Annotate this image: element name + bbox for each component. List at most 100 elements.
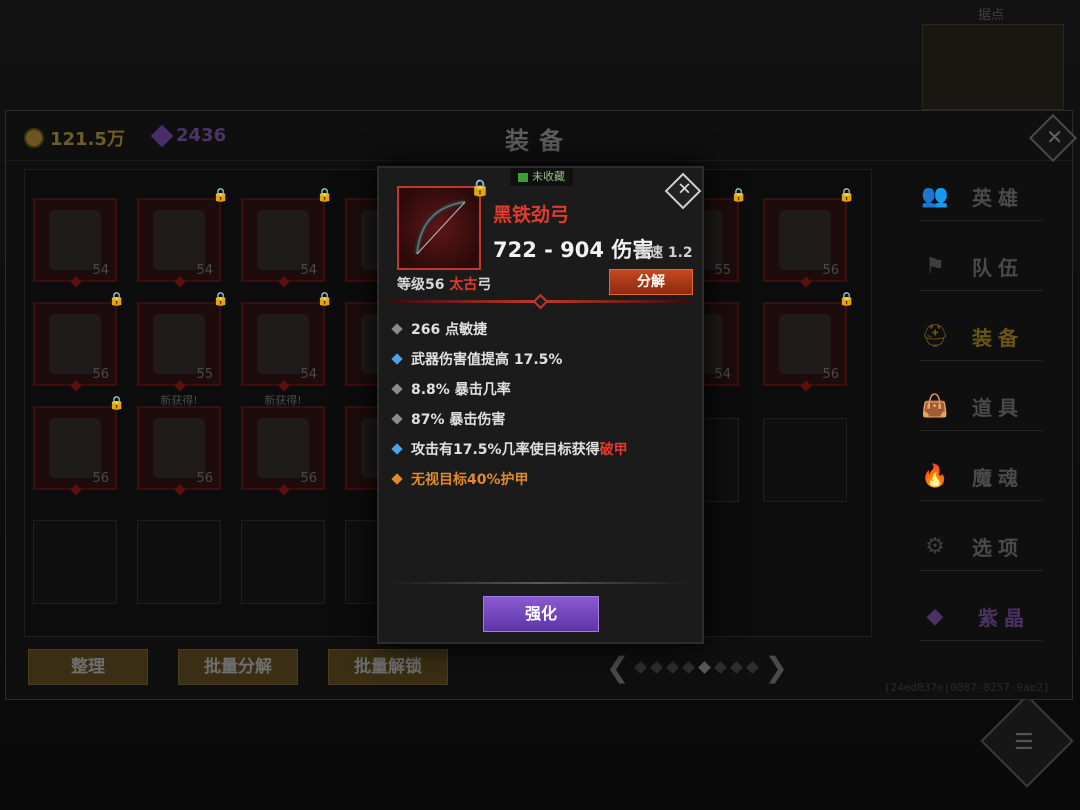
socket-gem-icon bbox=[800, 380, 812, 392]
empty-slot[interactable] bbox=[241, 520, 325, 604]
slot-level: 54 bbox=[714, 367, 731, 382]
inventory-slot[interactable]: 56 🔒 bbox=[33, 396, 125, 496]
close-icon: ✕ bbox=[677, 179, 692, 200]
collection-status[interactable]: 未收藏 bbox=[510, 168, 573, 186]
lock-icon: 🔒 bbox=[108, 292, 125, 307]
batch-unlock-button[interactable]: 批量解锁 bbox=[328, 649, 448, 685]
popup-close-button[interactable]: ✕ bbox=[664, 172, 702, 210]
socket-gem-icon bbox=[278, 380, 290, 392]
socket-gem-icon bbox=[174, 276, 186, 288]
item-thumbnail bbox=[257, 418, 309, 478]
divider-gem-icon bbox=[532, 293, 549, 310]
inventory-slot[interactable]: 55 🔒 bbox=[137, 292, 229, 392]
stat-text: 无视目标40%护甲 bbox=[411, 472, 529, 488]
sort-button[interactable]: 整理 bbox=[28, 649, 148, 685]
stat-line: 266 点敏捷 bbox=[391, 314, 691, 344]
item-damage: 722 - 904 伤害 bbox=[493, 238, 654, 262]
slot-level: 54 bbox=[196, 263, 213, 278]
item-rarity: 太古 bbox=[449, 277, 478, 293]
next-page-icon[interactable]: ❯ bbox=[764, 651, 787, 684]
item-thumbnail bbox=[49, 314, 101, 374]
inventory-slot[interactable]: 56 🔒 bbox=[33, 292, 125, 392]
flame-icon: 🔥 bbox=[921, 464, 949, 489]
slot-level: 56 bbox=[300, 471, 317, 486]
page-dot[interactable] bbox=[714, 661, 728, 674]
nav-label: 英雄 bbox=[972, 186, 1024, 210]
inventory-slot[interactable]: 56 🔒 bbox=[763, 188, 855, 288]
stat-bullet-icon bbox=[391, 383, 403, 395]
stat-text: 武器伤害值提高 17.5% bbox=[411, 352, 563, 368]
item-level-line: 等级56 太古弓 bbox=[397, 274, 491, 294]
stat-bullet-icon bbox=[391, 473, 403, 485]
item-thumbnail bbox=[257, 314, 309, 374]
page-dot[interactable] bbox=[698, 661, 712, 674]
page-pager: ❮ ❯ bbox=[606, 651, 788, 684]
nav-item-gear[interactable]: ⚙ 选项 bbox=[920, 523, 1042, 571]
empty-slot[interactable] bbox=[33, 520, 117, 604]
inventory-slot[interactable]: 56 新获得! bbox=[137, 394, 221, 496]
stat-line: 武器伤害值提高 17.5% bbox=[391, 344, 691, 374]
inventory-slot[interactable]: 54 🔒 bbox=[241, 188, 333, 288]
stat-line: 攻击有17.5%几率使目标获得 破甲 bbox=[391, 434, 691, 464]
gear-icon: ⚙ bbox=[925, 534, 945, 559]
socket-gem-icon bbox=[278, 484, 290, 496]
page-dot[interactable] bbox=[666, 661, 680, 674]
attack-speed: 攻速 1.2 bbox=[635, 245, 693, 261]
nav-item-flag[interactable]: ⚑ 队伍 bbox=[920, 243, 1042, 291]
nav-label: 队伍 bbox=[972, 256, 1024, 280]
bag-icon: 👜 bbox=[921, 394, 949, 419]
slot-level: 56 bbox=[196, 471, 213, 486]
lock-icon: 🔒 bbox=[838, 292, 855, 307]
slot-level: 55 bbox=[196, 367, 213, 382]
item-stats: 266 点敏捷 武器伤害值提高 17.5% 8.8% 暴击几率 87% 暴击伤害 攻击有… bbox=[391, 314, 691, 494]
page-dot[interactable] bbox=[746, 661, 760, 674]
nav-label: 选项 bbox=[972, 536, 1024, 560]
inventory-slot[interactable]: 54 🔒 bbox=[137, 188, 229, 288]
inventory-slot[interactable]: 56 新获得! bbox=[241, 394, 325, 496]
item-thumbnail bbox=[153, 418, 205, 478]
empty-slot[interactable] bbox=[137, 520, 221, 604]
collection-status-label: 未收藏 bbox=[532, 170, 565, 183]
socket-gem-icon bbox=[800, 276, 812, 288]
nav-item-bag[interactable]: 👜 道具 bbox=[920, 383, 1042, 431]
lock-icon: 🔒 bbox=[316, 292, 333, 307]
enhance-button[interactable]: 强化 bbox=[483, 596, 599, 632]
minimap-label: 据点 bbox=[978, 8, 1005, 23]
inventory-slot[interactable]: 56 🔒 bbox=[763, 292, 855, 392]
decompose-button[interactable]: 分解 bbox=[609, 269, 693, 295]
page-dot[interactable] bbox=[634, 661, 648, 674]
item-type: 弓 bbox=[477, 277, 492, 293]
item-icon-frame bbox=[397, 186, 481, 270]
empty-slot[interactable] bbox=[763, 418, 847, 502]
socket-gem-icon bbox=[70, 276, 82, 288]
page-dot[interactable] bbox=[730, 661, 744, 674]
inventory-slot[interactable]: 54 bbox=[33, 198, 117, 288]
prev-page-icon[interactable]: ❮ bbox=[606, 651, 629, 684]
lock-icon[interactable]: 🔒 bbox=[470, 178, 490, 197]
nav-item-flame[interactable]: 🔥 魔魂 bbox=[920, 453, 1042, 501]
lock-icon: 🔒 bbox=[108, 396, 125, 411]
nav-item-amethyst[interactable]: ◆ 紫晶 bbox=[920, 593, 1042, 641]
stat-line: 87% 暴击伤害 bbox=[391, 404, 691, 434]
minimap[interactable] bbox=[922, 24, 1064, 110]
item-detail-popup: 未收藏 ✕ 🔒 黑铁劲弓 722 - 904 伤害 攻速 1.2 等级56 太古… bbox=[377, 166, 704, 644]
slot-level: 56 bbox=[822, 263, 839, 278]
item-thumbnail bbox=[49, 210, 101, 270]
page-dot[interactable] bbox=[682, 661, 696, 674]
stat-highlight: 破甲 bbox=[599, 442, 628, 458]
stat-bullet-icon bbox=[391, 443, 403, 455]
heroes-icon: 👥 bbox=[921, 184, 949, 209]
inventory-slot[interactable]: 54 🔒 bbox=[241, 292, 333, 392]
stat-bullet-icon bbox=[391, 353, 403, 365]
slot-level: 54 bbox=[92, 263, 109, 278]
slot-level: 54 bbox=[300, 263, 317, 278]
batch-decompose-button[interactable]: 批量分解 bbox=[178, 649, 298, 685]
new-item-tag: 新获得! bbox=[160, 394, 198, 407]
lock-icon: 🔒 bbox=[212, 188, 229, 203]
page-dot[interactable] bbox=[650, 661, 664, 674]
stat-text: 87% 暴击伤害 bbox=[411, 412, 506, 428]
main-menu-button[interactable]: ☰ bbox=[980, 694, 1074, 788]
page-title: 装备 bbox=[505, 127, 573, 155]
nav-item-helmet[interactable]: ⛑ 装备 bbox=[920, 313, 1042, 361]
nav-item-heroes[interactable]: 👥 英雄 bbox=[920, 173, 1042, 221]
